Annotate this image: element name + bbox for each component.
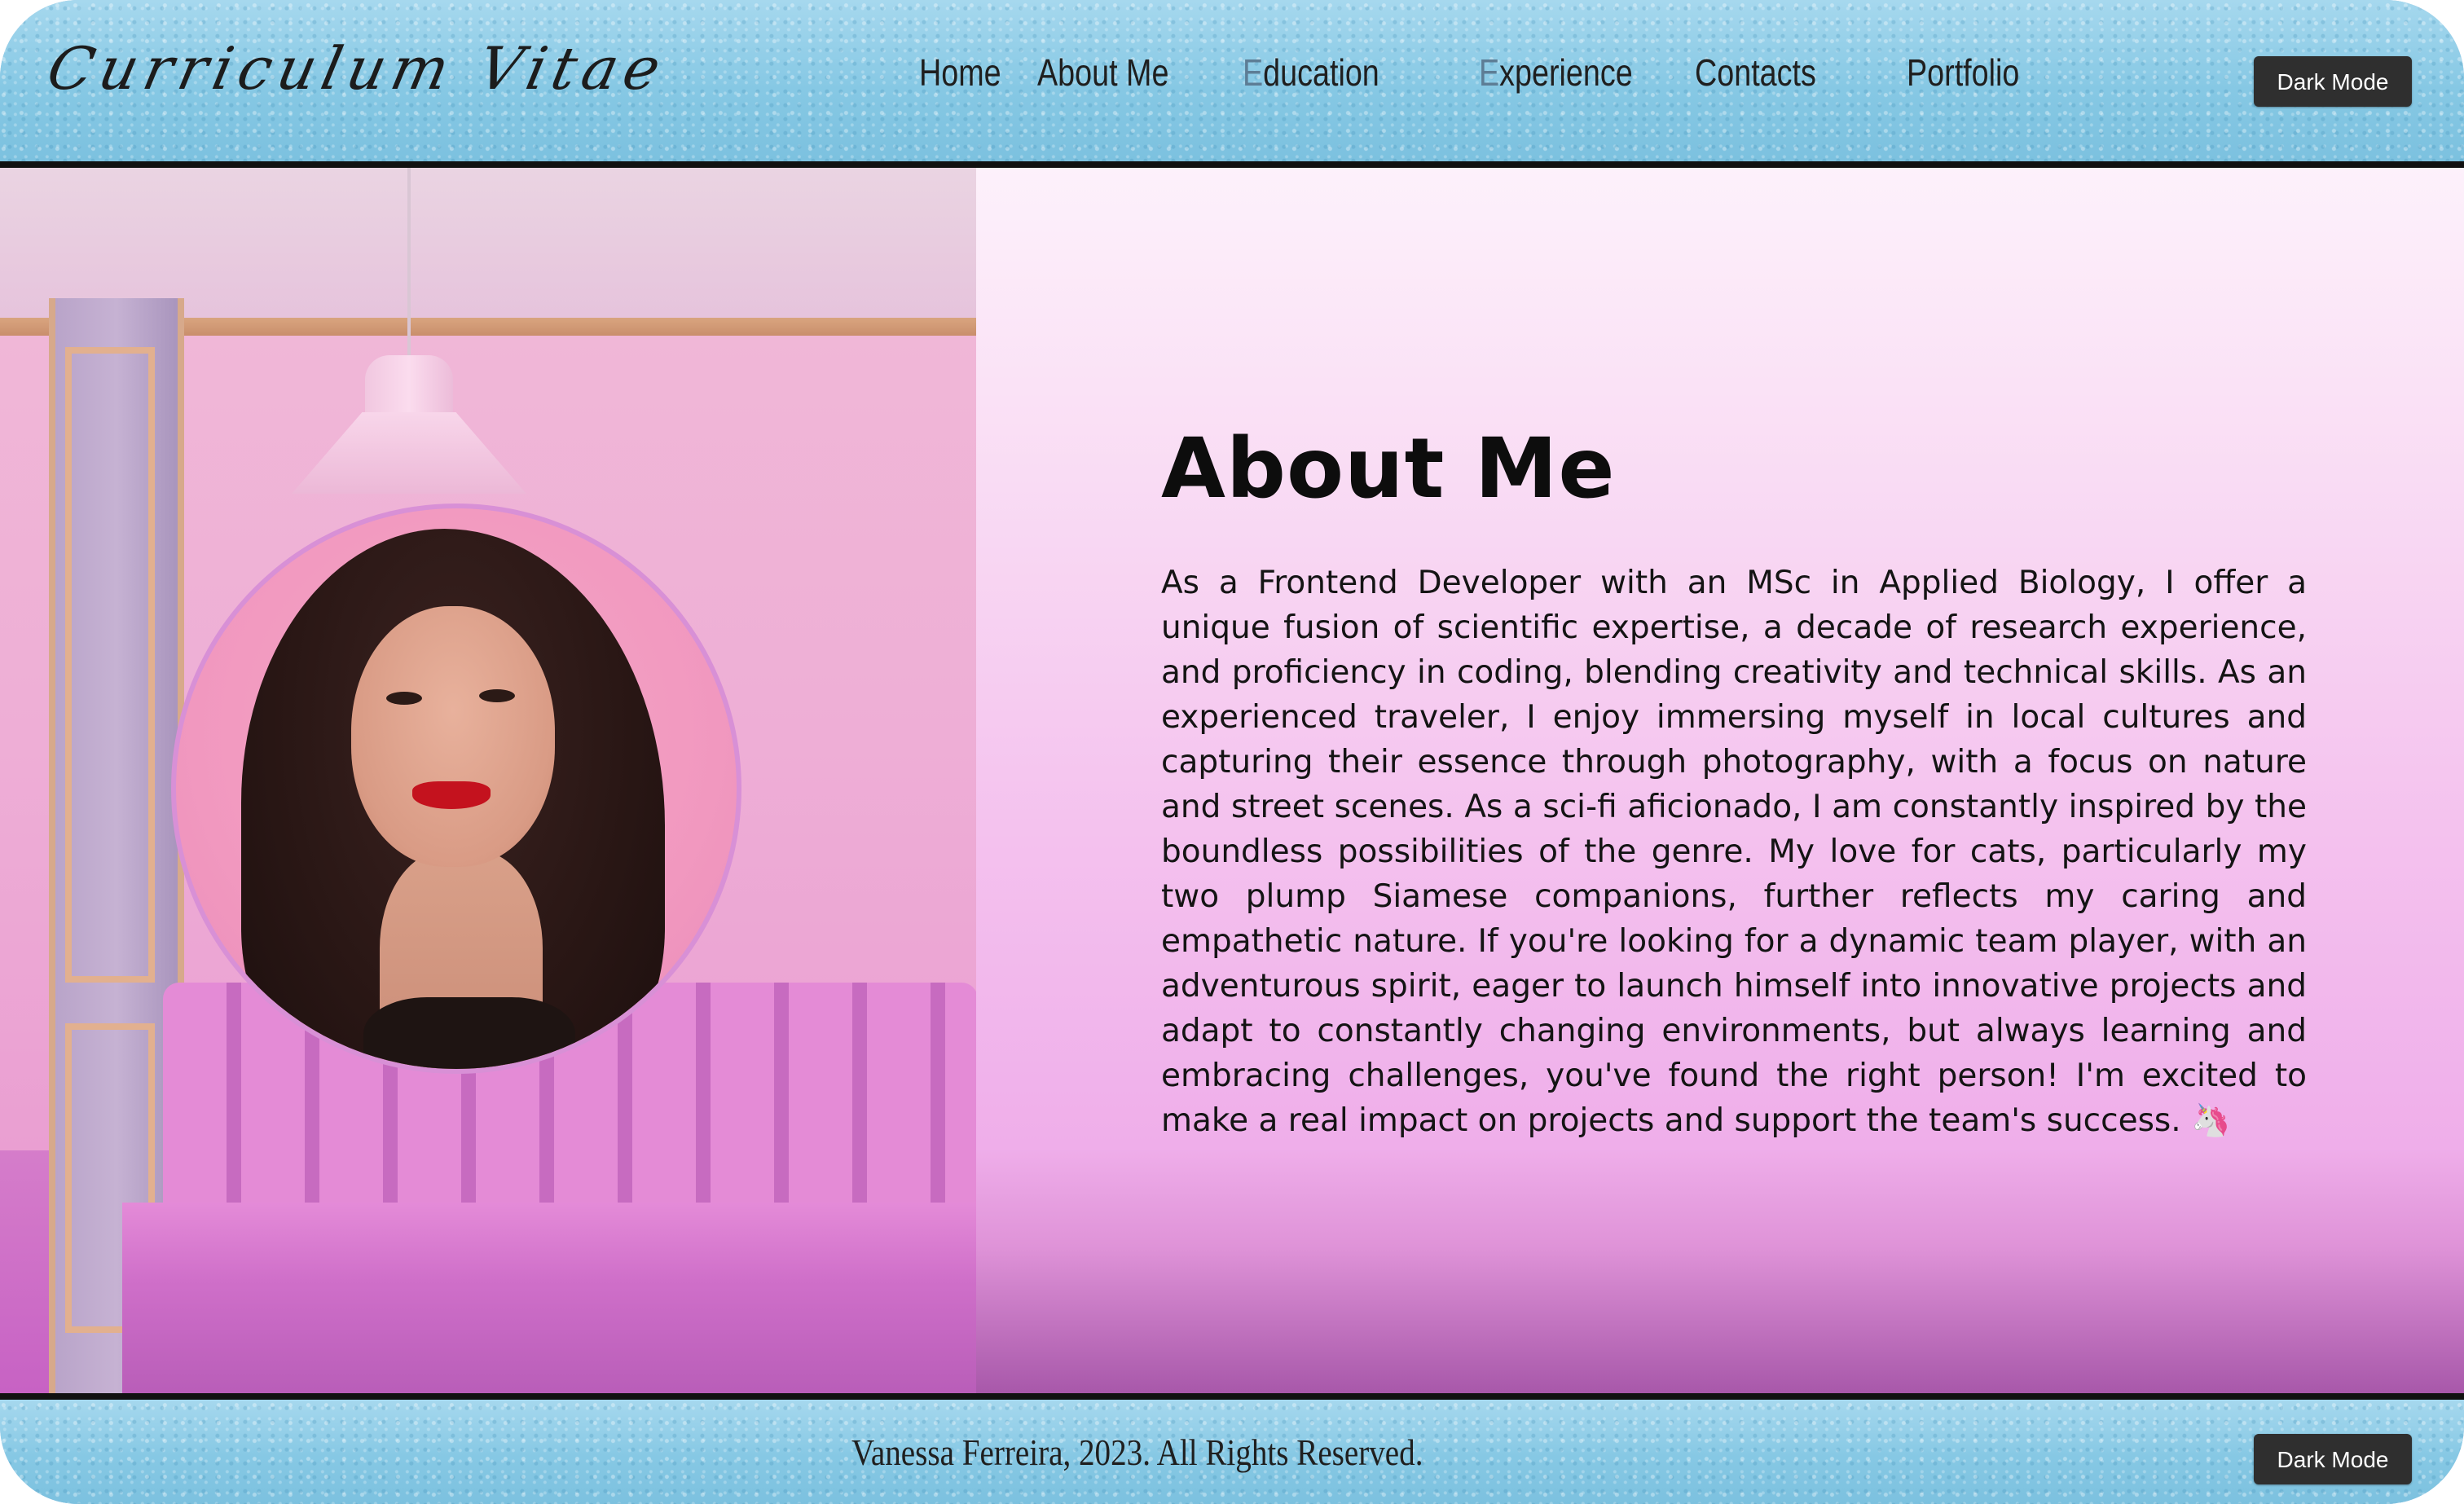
portrait-top: [363, 997, 575, 1069]
lamp-cap: [365, 355, 453, 420]
site-logo[interactable]: Curriculum Vitae: [42, 34, 673, 103]
portrait-eye: [386, 692, 422, 705]
portrait-lips: [412, 781, 491, 809]
profile-photo: [171, 504, 741, 1074]
footer-copyright: Vanessa Ferreira, 2023. All Rights Reser…: [851, 1431, 1423, 1473]
site-footer: Vanessa Ferreira, 2023. All Rights Reser…: [0, 1393, 2464, 1504]
portrait-face: [351, 606, 555, 867]
nav-label: ducation: [1263, 51, 1379, 94]
nav-label-initial: E: [1479, 51, 1500, 94]
nav-item-about-me[interactable]: About Me: [1037, 51, 1231, 95]
nav-label: Home: [919, 51, 1001, 94]
nav-item-experience[interactable]: Experience: [1479, 51, 1679, 95]
main-content: About Me As a Frontend Developer with an…: [0, 168, 2464, 1393]
nav-item-home[interactable]: Home: [919, 51, 1046, 95]
about-body: As a Frontend Developer with an MSc in A…: [1161, 565, 2307, 1139]
footer-dark-mode-button[interactable]: Dark Mode: [2254, 1434, 2412, 1484]
about-title: About Me: [1161, 420, 1616, 517]
nav-label: xperience: [1499, 51, 1633, 94]
lamp-cord: [407, 168, 411, 355]
nav-item-education[interactable]: Education: [1243, 51, 1443, 95]
portrait-eye: [479, 689, 515, 702]
nav-item-contacts[interactable]: Contacts: [1695, 51, 1875, 95]
nav-label: Portfolio: [1907, 51, 2020, 94]
dark-mode-button[interactable]: Dark Mode: [2254, 56, 2412, 107]
nav-label: About Me: [1037, 51, 1169, 94]
nav-label: Contacts: [1695, 51, 1816, 94]
bench-seat: [122, 1203, 976, 1393]
pillar-panel: [65, 347, 155, 983]
site-header: Curriculum Vitae Home About Me Education…: [0, 0, 2464, 168]
page: Curriculum Vitae Home About Me Education…: [0, 0, 2464, 1504]
nav-item-portfolio[interactable]: Portfolio: [1907, 51, 2061, 95]
nav-label-initial: E: [1243, 51, 1264, 94]
about-section: About Me As a Frontend Developer with an…: [976, 168, 2464, 1393]
main-nav: Home About Me Education Experience Conta…: [913, 51, 2094, 95]
background-photo: [0, 168, 976, 1393]
